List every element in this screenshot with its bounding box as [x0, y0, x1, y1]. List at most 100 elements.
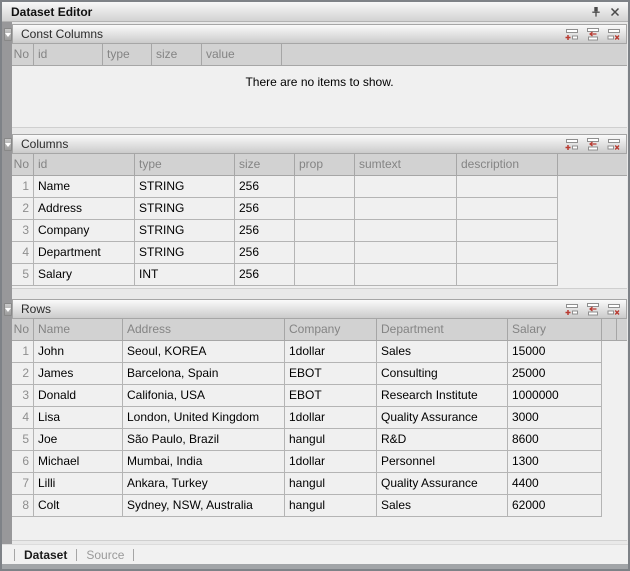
row-number-cell[interactable]: 2	[12, 363, 34, 384]
table-cell[interactable]: 4400	[508, 473, 602, 494]
table-cell[interactable]: STRING	[135, 220, 235, 241]
table-cell[interactable]: 256	[235, 264, 295, 285]
table-cell[interactable]: hangul	[285, 473, 377, 494]
table-cell[interactable]	[355, 198, 457, 219]
table-cell[interactable]: Research Institute	[377, 385, 508, 406]
table-cell[interactable]: 1dollar	[285, 451, 377, 472]
row-number-cell[interactable]: 6	[12, 451, 34, 472]
table-row[interactable]: 7LilliAnkara, TurkeyhangulQuality Assura…	[12, 473, 602, 495]
table-cell[interactable]: Sydney, NSW, Australia	[123, 495, 285, 516]
table-cell[interactable]	[295, 198, 355, 219]
table-row[interactable]: 5SalaryINT256	[12, 264, 558, 286]
table-cell[interactable]: EBOT	[285, 385, 377, 406]
table-row[interactable]: 2AddressSTRING256	[12, 198, 558, 220]
table-cell[interactable]	[295, 242, 355, 263]
table-cell[interactable]: STRING	[135, 242, 235, 263]
table-row[interactable]: 8ColtSydney, NSW, AustraliahangulSales62…	[12, 495, 602, 517]
table-cell[interactable]	[295, 264, 355, 285]
close-button[interactable]	[607, 5, 622, 19]
row-number-cell[interactable]: 5	[12, 429, 34, 450]
delete-row-button[interactable]	[605, 27, 621, 41]
table-cell[interactable]: Sales	[377, 495, 508, 516]
insert-row-button[interactable]	[584, 302, 600, 316]
table-cell[interactable]: Barcelona, Spain	[123, 363, 285, 384]
row-number-cell[interactable]: 1	[12, 176, 34, 197]
table-cell[interactable]	[457, 242, 558, 263]
row-number-cell[interactable]: 4	[12, 242, 34, 263]
table-cell[interactable]: Mumbai, India	[123, 451, 285, 472]
table-cell[interactable]	[355, 264, 457, 285]
table-cell[interactable]: EBOT	[285, 363, 377, 384]
table-cell[interactable]: Consulting	[377, 363, 508, 384]
table-cell[interactable]: Quality Assurance	[377, 473, 508, 494]
table-cell[interactable]: Personnel	[377, 451, 508, 472]
insert-row-button[interactable]	[584, 137, 600, 151]
table-cell[interactable]: 3000	[508, 407, 602, 428]
table-cell[interactable]	[295, 176, 355, 197]
table-cell[interactable]: STRING	[135, 176, 235, 197]
table-cell[interactable]	[355, 176, 457, 197]
collapse-button[interactable]	[4, 138, 12, 151]
table-row[interactable]: 3DonaldCalifonia, USAEBOTResearch Instit…	[12, 385, 602, 407]
insert-row-button[interactable]	[584, 27, 600, 41]
pin-button[interactable]	[588, 5, 603, 19]
table-cell[interactable]: 8600	[508, 429, 602, 450]
add-row-button[interactable]	[563, 137, 579, 151]
table-cell[interactable]: 15000	[508, 341, 602, 362]
table-cell[interactable]	[457, 198, 558, 219]
table-cell[interactable]	[457, 176, 558, 197]
row-number-cell[interactable]: 5	[12, 264, 34, 285]
tab-source[interactable]: Source	[77, 548, 133, 562]
table-row[interactable]: 1NameSTRING256	[12, 176, 558, 198]
table-cell[interactable]: Donald	[34, 385, 123, 406]
table-cell[interactable]: Quality Assurance	[377, 407, 508, 428]
table-cell[interactable]: 25000	[508, 363, 602, 384]
table-cell[interactable]: Seoul, KOREA	[123, 341, 285, 362]
table-cell[interactable]: 1300	[508, 451, 602, 472]
table-cell[interactable]: 256	[235, 242, 295, 263]
delete-row-button[interactable]	[605, 137, 621, 151]
table-cell[interactable]: Colt	[34, 495, 123, 516]
table-cell[interactable]: R&D	[377, 429, 508, 450]
table-cell[interactable]: Salary	[34, 264, 135, 285]
table-cell[interactable]: 1000000	[508, 385, 602, 406]
table-row[interactable]: 2JamesBarcelona, SpainEBOTConsulting2500…	[12, 363, 602, 385]
table-cell[interactable]: Lilli	[34, 473, 123, 494]
table-row[interactable]: 6MichaelMumbai, India1dollarPersonnel130…	[12, 451, 602, 473]
table-cell[interactable]: STRING	[135, 198, 235, 219]
table-cell[interactable]: Department	[34, 242, 135, 263]
table-cell[interactable]: hangul	[285, 495, 377, 516]
table-cell[interactable]: São Paulo, Brazil	[123, 429, 285, 450]
table-cell[interactable]	[457, 264, 558, 285]
collapse-button[interactable]	[4, 303, 12, 316]
table-cell[interactable]: 256	[235, 198, 295, 219]
row-number-cell[interactable]: 3	[12, 385, 34, 406]
table-cell[interactable]: John	[34, 341, 123, 362]
table-cell[interactable]	[295, 220, 355, 241]
table-cell[interactable]	[355, 242, 457, 263]
table-row[interactable]: 5JoeSão Paulo, BrazilhangulR&D8600	[12, 429, 602, 451]
row-number-cell[interactable]: 8	[12, 495, 34, 516]
table-row[interactable]: 1JohnSeoul, KOREA1dollarSales15000	[12, 341, 602, 363]
table-cell[interactable]	[457, 220, 558, 241]
table-cell[interactable]: Califonia, USA	[123, 385, 285, 406]
row-number-cell[interactable]: 4	[12, 407, 34, 428]
table-cell[interactable]: Joe	[34, 429, 123, 450]
table-cell[interactable]: Address	[34, 198, 135, 219]
add-row-button[interactable]	[563, 27, 579, 41]
row-number-cell[interactable]: 1	[12, 341, 34, 362]
table-cell[interactable]	[355, 220, 457, 241]
table-cell[interactable]: hangul	[285, 429, 377, 450]
table-cell[interactable]: Company	[34, 220, 135, 241]
table-cell[interactable]: Sales	[377, 341, 508, 362]
add-row-button[interactable]	[563, 302, 579, 316]
tab-dataset[interactable]: Dataset	[15, 548, 76, 562]
table-cell[interactable]: Ankara, Turkey	[123, 473, 285, 494]
table-cell[interactable]: James	[34, 363, 123, 384]
collapse-button[interactable]	[4, 28, 12, 41]
table-row[interactable]: 3CompanySTRING256	[12, 220, 558, 242]
table-cell[interactable]: London, United Kingdom	[123, 407, 285, 428]
row-number-cell[interactable]: 2	[12, 198, 34, 219]
table-cell[interactable]: INT	[135, 264, 235, 285]
table-cell[interactable]: 256	[235, 176, 295, 197]
